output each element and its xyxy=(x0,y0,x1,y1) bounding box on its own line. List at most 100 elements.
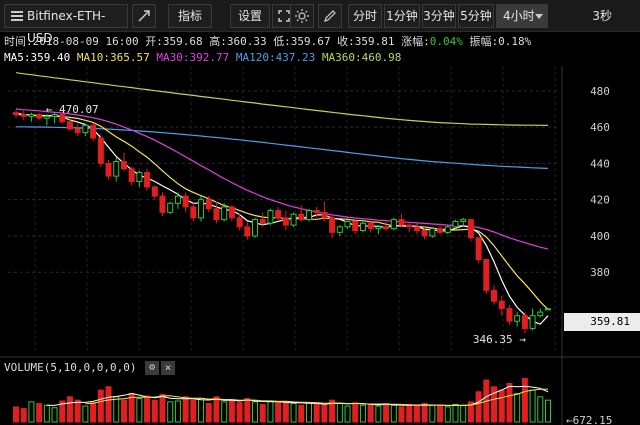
refresh-interval[interactable]: 3秒 xyxy=(592,4,612,28)
candle-body xyxy=(213,208,220,221)
info-open: 开:359.68 xyxy=(145,35,203,48)
candle-body xyxy=(498,300,505,309)
candle-body xyxy=(545,308,551,311)
volume-bar xyxy=(406,403,413,423)
volume-bar xyxy=(182,396,189,423)
candle-body xyxy=(298,213,305,221)
expand-button[interactable] xyxy=(132,4,156,28)
volume-bar xyxy=(537,396,544,423)
candle-body xyxy=(74,128,81,134)
candle-body xyxy=(236,217,243,228)
volume-bar xyxy=(51,407,58,423)
interval-label: 4小时 xyxy=(503,9,535,23)
volume-bar xyxy=(144,395,151,423)
candle-body xyxy=(375,226,382,230)
interval-label: 3分钟 xyxy=(423,9,455,23)
volume-bar xyxy=(452,403,459,423)
info-low: 低:359.67 xyxy=(273,35,331,48)
volume-bar xyxy=(321,404,328,423)
volume-bar xyxy=(529,389,536,423)
candle-body xyxy=(136,171,143,183)
candle-body xyxy=(437,228,444,233)
candle-body xyxy=(259,219,266,224)
candle-body xyxy=(282,217,289,226)
candle-body xyxy=(460,219,467,222)
candle-body xyxy=(36,113,43,119)
candle-body xyxy=(506,307,513,322)
volume-last-label: ←672.15 xyxy=(566,414,612,425)
volume-bar xyxy=(390,404,397,423)
candle-body xyxy=(66,121,73,130)
candle-body xyxy=(159,195,166,213)
volume-bar xyxy=(267,400,274,423)
settings-button[interactable]: 设置 xyxy=(230,4,270,28)
settings-label: 设置 xyxy=(237,9,262,23)
volume-bar xyxy=(421,403,428,423)
candle-body xyxy=(267,210,274,224)
candle-body xyxy=(313,210,320,213)
volume-bar xyxy=(244,398,251,423)
info-high: 高:360.33 xyxy=(209,35,267,48)
indicators-button[interactable]: 指标 xyxy=(168,4,212,28)
candle-body xyxy=(182,195,189,208)
volume-bar xyxy=(444,406,451,423)
volume-bar xyxy=(344,405,351,423)
volume-bar xyxy=(352,402,359,423)
volume-bar xyxy=(28,401,35,423)
candle-body xyxy=(82,124,89,134)
ma10-value: MA10:365.57 xyxy=(76,51,150,64)
candle-body xyxy=(406,224,413,228)
interval-3min[interactable]: 3分钟 xyxy=(422,4,456,28)
candle-body xyxy=(329,217,336,233)
pen-icon xyxy=(324,10,336,22)
volume-bar xyxy=(259,403,266,423)
volume-bar xyxy=(151,399,158,423)
y-tick-label: 460 xyxy=(590,121,610,134)
indicators-label: 指标 xyxy=(177,9,202,23)
volume-bar xyxy=(113,396,120,423)
ma120-value: MA120:437.23 xyxy=(235,51,316,64)
interval-4h-dropdown[interactable]: 4小时 xyxy=(496,4,548,28)
candle-body xyxy=(252,219,259,237)
info-change-label: 涨幅: xyxy=(401,35,430,48)
y-tick-label: 380 xyxy=(590,266,610,279)
volume-bar xyxy=(252,401,259,423)
symbol-selector[interactable]: Bitfinex-ETH-USD xyxy=(4,4,128,45)
volume-bar xyxy=(236,402,243,423)
ma360-value: MA360:460.98 xyxy=(321,51,402,64)
theme-button[interactable] xyxy=(290,4,314,28)
volume-bar xyxy=(120,399,127,423)
info-change-value: 0.04% xyxy=(429,35,463,48)
volume-bar xyxy=(375,405,382,423)
candle-body xyxy=(13,112,19,115)
gear-icon[interactable]: ⚙ xyxy=(145,361,160,375)
volume-bar xyxy=(105,386,112,423)
interval-fenshi[interactable]: 分时 xyxy=(348,4,382,28)
candle-body xyxy=(20,113,27,117)
candle-body xyxy=(167,202,174,213)
candle-body xyxy=(475,237,482,261)
candle-body xyxy=(221,206,228,221)
candle-body xyxy=(198,199,205,219)
info-amplitude: 振幅:0.18% xyxy=(469,35,532,48)
candle-body xyxy=(275,210,282,219)
volume-bar xyxy=(367,403,374,423)
high-annotation: ← 470.07 xyxy=(46,103,99,116)
volume-legend: VOLUME(5,10,0,0,0,0) ⚙ × xyxy=(4,360,176,376)
chevron-down-icon xyxy=(535,14,543,19)
menu-icon xyxy=(11,11,23,21)
y-tick-label: 440 xyxy=(590,157,610,170)
candle-body xyxy=(120,161,127,170)
ma30-value: MA30:392.77 xyxy=(156,51,230,64)
draw-button[interactable] xyxy=(318,4,342,28)
candle-body xyxy=(529,315,536,329)
volume-bar xyxy=(383,403,390,423)
candle-body xyxy=(367,222,374,230)
close-icon[interactable]: × xyxy=(161,361,176,375)
candle-body xyxy=(483,259,490,291)
volume-bar xyxy=(228,399,235,423)
interval-1min[interactable]: 1分钟 xyxy=(384,4,420,28)
interval-5min[interactable]: 5分钟 xyxy=(458,4,494,28)
volume-bar xyxy=(282,401,289,423)
candle-body xyxy=(398,219,405,226)
